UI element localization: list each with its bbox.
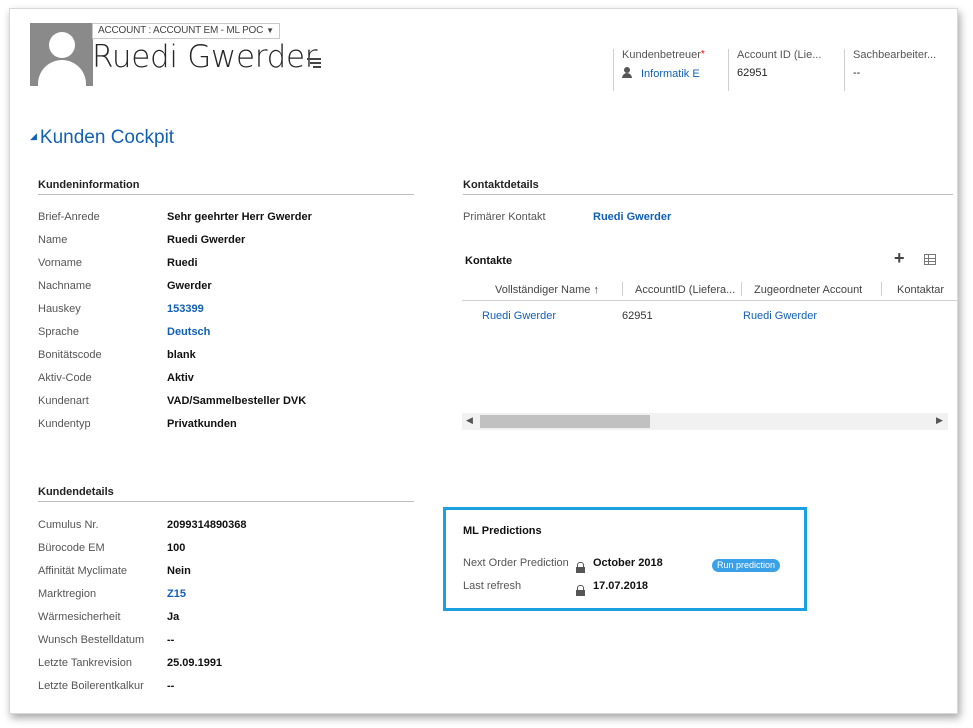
- header-field-label: Sachbearbeiter...: [853, 49, 937, 61]
- field-label: Primärer Kontakt: [463, 211, 546, 223]
- field-label: Bürocode EM: [38, 542, 105, 554]
- form-selector[interactable]: ACCOUNT : ACCOUNT EM - ML POC ▼: [92, 23, 280, 39]
- menu-icon[interactable]: [307, 58, 321, 70]
- person-icon: [622, 67, 632, 78]
- lock-icon: [576, 580, 585, 599]
- column-header-account-id[interactable]: AccountID (Liefera...: [635, 284, 737, 296]
- scroll-right-icon[interactable]: ▶: [936, 416, 943, 426]
- group-header-kontaktdetails: Kontaktdetails: [463, 179, 953, 195]
- field-label: Wärmesicherheit: [38, 611, 121, 623]
- field-value: Ja: [167, 611, 180, 623]
- required-icon: *: [700, 49, 705, 60]
- next-order-prediction-value: October 2018: [593, 557, 663, 569]
- header-field-kundenbetreuer: Kundenbetreuer* Informatik E: [613, 49, 723, 91]
- field-label: Next Order Prediction: [463, 557, 569, 569]
- primary-contact-link[interactable]: Ruedi Gwerder: [593, 211, 671, 223]
- section-title: Kunden Cockpit: [39, 127, 175, 148]
- field-value-link[interactable]: Deutsch: [167, 326, 210, 338]
- field-label: Marktregion: [38, 588, 97, 600]
- field-label: Nachname: [38, 280, 92, 292]
- column-header-kontaktart[interactable]: Kontaktar: [897, 284, 957, 296]
- collapse-triangle-icon: ◢: [30, 131, 37, 141]
- ml-predictions-header: ML Predictions: [463, 525, 542, 537]
- grid-cell-account-id: 62951: [622, 310, 653, 322]
- group-header-kundendetails: Kundendetails: [38, 486, 414, 502]
- grid-view-icon[interactable]: [924, 254, 936, 265]
- field-value-link[interactable]: Z15: [167, 588, 186, 600]
- group-header-kundeninformation: Kundeninformation: [38, 179, 414, 195]
- field-value: --: [167, 680, 175, 692]
- field-label: Aktiv-Code: [38, 372, 92, 384]
- field-label: Kundentyp: [38, 418, 91, 430]
- field-label: Wunsch Bestelldatum: [38, 634, 145, 646]
- column-header-account[interactable]: Zugeordneter Account: [754, 284, 862, 296]
- last-refresh-value: 17.07.2018: [593, 580, 649, 592]
- field-value: 2099314890368: [167, 519, 247, 531]
- section-toggle[interactable]: ◢ Kunden Cockpit: [30, 127, 174, 149]
- header-field-sachbearbeiter: Sachbearbeiter... --: [844, 49, 954, 91]
- column-divider[interactable]: [741, 282, 742, 296]
- field-value: --: [167, 634, 175, 646]
- field-value: Aktiv: [167, 372, 194, 384]
- column-divider[interactable]: [881, 282, 882, 296]
- record-form: ACCOUNT : ACCOUNT EM - ML POC ▼ Ruedi Gwe…: [9, 8, 958, 714]
- scrollbar-thumb[interactable]: [480, 415, 650, 428]
- header-field-value-link[interactable]: Informatik E: [622, 67, 723, 80]
- field-value: Ruedi Gwerder: [167, 234, 246, 246]
- grid-cell-name-link[interactable]: Ruedi Gwerder: [482, 310, 556, 322]
- record-title: Ruedi Gwerder: [92, 39, 318, 75]
- field-value: blank: [167, 349, 196, 361]
- field-label: Letzte Boilerentkalkur: [38, 680, 144, 692]
- field-value: Ruedi: [167, 257, 198, 269]
- field-label: Kundenart: [38, 395, 89, 407]
- chevron-down-icon: ▼: [266, 26, 274, 35]
- field-label: Cumulus Nr.: [38, 519, 99, 531]
- column-divider[interactable]: [622, 282, 623, 296]
- add-icon[interactable]: +: [894, 248, 905, 269]
- field-label: Name: [38, 234, 68, 246]
- avatar-icon[interactable]: [30, 23, 93, 86]
- header-field-value: --: [853, 67, 861, 79]
- field-label: Last refresh: [463, 580, 522, 592]
- column-header-name[interactable]: Vollständiger Name ↑: [495, 284, 599, 296]
- field-label: Sprache: [38, 326, 79, 338]
- form-selector-label: ACCOUNT : ACCOUNT EM - ML POC: [98, 25, 264, 36]
- field-label: Hauskey: [38, 303, 81, 315]
- field-value: 100: [167, 542, 186, 554]
- field-value: Privatkunden: [167, 418, 237, 430]
- field-value: Nein: [167, 565, 191, 577]
- lock-icon: [576, 557, 585, 576]
- grid-header-divider: [462, 300, 957, 301]
- grid-cell-account-link[interactable]: Ruedi Gwerder: [743, 310, 817, 322]
- field-label: Letzte Tankrevision: [38, 657, 132, 669]
- field-value: Gwerder: [167, 280, 212, 292]
- field-label: Bonitätscode: [38, 349, 102, 361]
- field-value-link[interactable]: 153399: [167, 303, 204, 315]
- field-value: VAD/Sammelbesteller DVK: [167, 395, 307, 407]
- header-field-label: Kundenbetreuer: [622, 49, 701, 61]
- header-field-value: 62951: [737, 67, 768, 79]
- header-field-account-id: Account ID (Lie... 62951: [728, 49, 838, 91]
- field-label: Affinität Myclimate: [38, 565, 128, 577]
- field-label: Brief-Anrede: [38, 211, 100, 223]
- field-value: 25.09.1991: [167, 657, 223, 669]
- run-prediction-button[interactable]: Run prediction: [712, 559, 781, 572]
- header-field-label: Account ID (Lie...: [737, 49, 822, 61]
- scroll-left-icon[interactable]: ◀: [466, 416, 473, 426]
- subgrid-title: Kontakte: [465, 255, 513, 267]
- field-label: Vorname: [38, 257, 83, 269]
- field-value: Sehr geehrter Herr Gwerder: [167, 211, 312, 223]
